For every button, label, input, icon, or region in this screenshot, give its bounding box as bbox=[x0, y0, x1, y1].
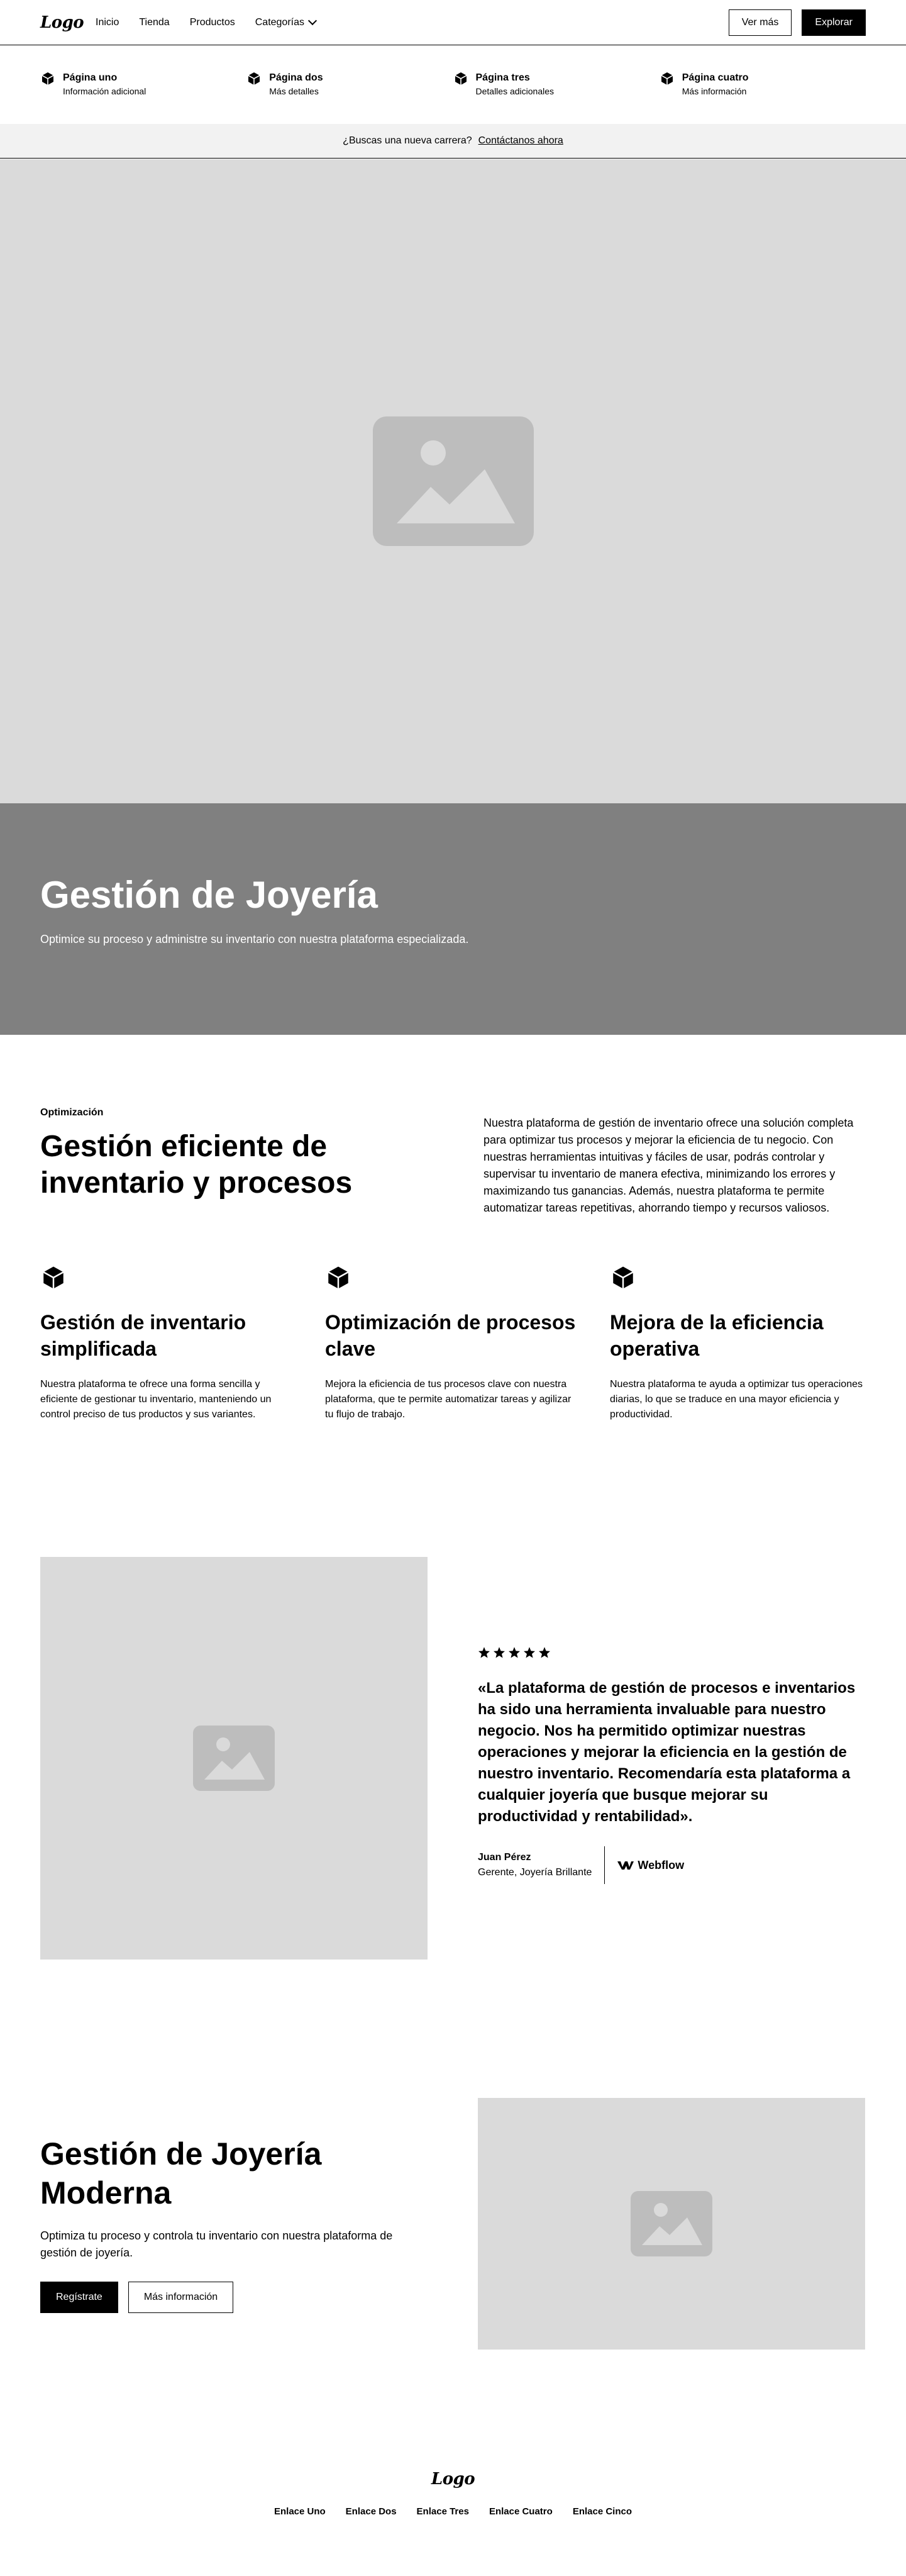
cube-icon bbox=[612, 1266, 634, 1289]
navbar: Logo Inicio Tienda Productos Categorías … bbox=[0, 0, 906, 45]
mega-menu-item-subtitle: Información adicional bbox=[63, 86, 146, 96]
image-placeholder-icon bbox=[193, 1726, 275, 1791]
hero-section: Gestión de Joyería Optimice su proceso y… bbox=[0, 803, 906, 1035]
footer-link[interactable]: Enlace Cuatro bbox=[489, 2506, 553, 2517]
nav-actions: Ver más Explorar bbox=[728, 9, 866, 36]
star-icon bbox=[509, 1647, 520, 1658]
career-banner: ¿Buscas una nueva carrera? Contáctanos a… bbox=[0, 124, 906, 159]
features-heading: Gestión eficiente de inventario y proces… bbox=[40, 1130, 353, 1200]
more-info-button[interactable]: Más información bbox=[128, 2282, 234, 2313]
footer-links: Enlace Uno Enlace Dos Enlace Tres Enlace… bbox=[274, 2506, 632, 2517]
hero-title: Gestión de Joyería bbox=[40, 874, 378, 916]
footer-link[interactable]: Enlace Uno bbox=[274, 2506, 326, 2517]
feature-card-title: Mejora de la eficiencia operativa bbox=[610, 1311, 824, 1360]
company-logo: Webflow bbox=[617, 1859, 684, 1872]
star-icon bbox=[494, 1647, 505, 1658]
nav-link-tienda[interactable]: Tienda bbox=[139, 17, 169, 28]
testimonial-author: Juan Pérez Gerente, Joyería Brillante We… bbox=[478, 1846, 865, 1884]
footer-logo[interactable]: Logo bbox=[431, 2470, 475, 2489]
cube-icon bbox=[43, 1266, 64, 1289]
cube-icon bbox=[455, 72, 467, 85]
mega-menu-item-title: Página tres bbox=[475, 72, 530, 83]
ver-mas-button[interactable]: Ver más bbox=[728, 9, 792, 36]
cube-icon bbox=[661, 72, 673, 85]
author-divider bbox=[604, 1846, 605, 1884]
testimonial-quote: «La plataforma de gestión de procesos e … bbox=[478, 1680, 856, 1825]
explorar-button[interactable]: Explorar bbox=[802, 9, 866, 36]
feature-card-title: Gestión de inventario simplificada bbox=[40, 1311, 246, 1360]
mega-menu-item-subtitle: Más información bbox=[682, 86, 747, 96]
feature-card-title: Optimización de procesos clave bbox=[325, 1311, 576, 1360]
star-icon bbox=[524, 1647, 535, 1658]
feature-card: Mejora de la eficiencia operativa Nuestr… bbox=[610, 1264, 865, 1422]
mega-menu-item-subtitle: Más detalles bbox=[269, 86, 319, 96]
mega-menu-item-title: Página dos bbox=[269, 72, 323, 83]
feature-card: Gestión de inventario simplificada Nuest… bbox=[40, 1264, 295, 1422]
hero-subtitle: Optimice su proceso y administre su inve… bbox=[40, 933, 469, 945]
author-name: Juan Pérez bbox=[478, 1852, 531, 1863]
cube-icon bbox=[248, 72, 260, 85]
footer-link[interactable]: Enlace Dos bbox=[346, 2506, 397, 2517]
feature-card-text: Nuestra plataforma te ayuda a optimizar … bbox=[610, 1379, 863, 1420]
testimonial-section: «La plataforma de gestión de procesos e … bbox=[0, 1481, 906, 2048]
webflow-icon bbox=[617, 1861, 634, 1870]
chevron-down-icon bbox=[307, 16, 318, 25]
company-name: Webflow bbox=[638, 1858, 685, 1871]
feature-card-text: Nuestra plataforma te ofrece una forma s… bbox=[40, 1379, 272, 1420]
mega-menu-item[interactable]: Página tres Detalles adicionales bbox=[453, 71, 660, 124]
image-placeholder-icon bbox=[631, 2191, 712, 2256]
mega-menu-item[interactable]: Página uno Información adicional bbox=[40, 71, 246, 124]
mega-menu-item-subtitle: Detalles adicionales bbox=[475, 86, 555, 96]
star-icon bbox=[539, 1647, 550, 1658]
cube-icon bbox=[328, 1266, 349, 1289]
mega-menu-item-title: Página cuatro bbox=[682, 72, 749, 83]
cta-text: Optimiza tu proceso y controla tu invent… bbox=[40, 2229, 393, 2259]
banner-contact-link[interactable]: Contáctanos ahora bbox=[478, 135, 563, 147]
footer-link[interactable]: Enlace Cinco bbox=[573, 2506, 632, 2517]
mega-menu-item[interactable]: Página dos Más detalles bbox=[246, 71, 453, 124]
features-tagline: Optimización bbox=[40, 1107, 104, 1118]
image-placeholder-icon bbox=[372, 416, 534, 546]
logo[interactable]: Logo bbox=[40, 13, 96, 32]
rating-stars bbox=[478, 1646, 865, 1659]
star-icon bbox=[478, 1647, 490, 1658]
nav-dropdown-categorias[interactable]: Categorías bbox=[255, 16, 318, 28]
register-button[interactable]: Regístrate bbox=[40, 2282, 118, 2313]
mega-menu: Página uno Información adicional Página … bbox=[0, 46, 906, 124]
banner-text: ¿Buscas una nueva carrera? bbox=[343, 135, 472, 146]
nav-links: Inicio Tienda Productos Categorías bbox=[96, 16, 318, 28]
cube-icon bbox=[41, 72, 54, 85]
footer-link[interactable]: Enlace Tres bbox=[417, 2506, 469, 2517]
mega-menu-item[interactable]: Página cuatro Más información bbox=[660, 71, 866, 124]
hero-image bbox=[0, 159, 906, 803]
features-description: Nuestra plataforma de gestión de inventa… bbox=[483, 1117, 854, 1214]
features-section: Optimización Gestión eficiente de invent… bbox=[0, 1035, 906, 1481]
testimonial-image bbox=[40, 1557, 428, 1960]
feature-card: Optimización de procesos clave Mejora la… bbox=[325, 1264, 580, 1422]
nav-link-inicio[interactable]: Inicio bbox=[96, 17, 119, 28]
cta-section: Gestión de Joyería Moderna Optimiza tu p… bbox=[0, 2048, 906, 2425]
cta-heading: Gestión de Joyería Moderna bbox=[40, 2136, 322, 2211]
author-role: Gerente, Joyería Brillante bbox=[478, 1867, 592, 1878]
mega-menu-item-title: Página uno bbox=[63, 72, 118, 83]
nav-dropdown-label: Categorías bbox=[255, 16, 304, 28]
feature-card-text: Mejora la eficiencia de tus procesos cla… bbox=[325, 1379, 572, 1420]
footer: Logo Enlace Uno Enlace Dos Enlace Tres E… bbox=[0, 2453, 906, 2576]
cta-image bbox=[478, 2098, 865, 2350]
nav-link-productos[interactable]: Productos bbox=[190, 17, 235, 28]
